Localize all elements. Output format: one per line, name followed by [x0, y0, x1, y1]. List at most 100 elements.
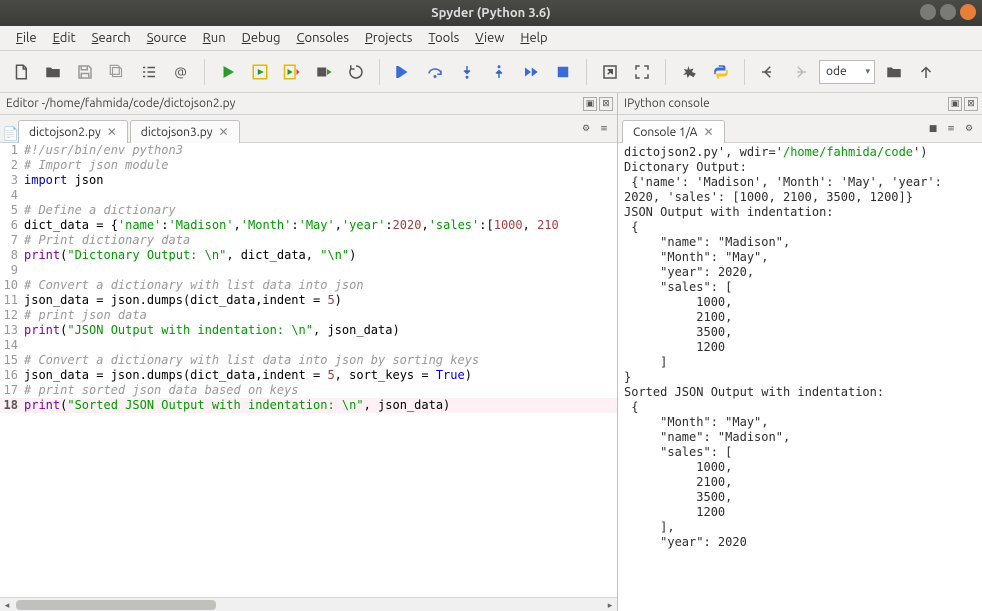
menu-debug[interactable]: Debug — [236, 29, 287, 47]
browse-dir-button[interactable] — [881, 59, 907, 85]
back-button[interactable] — [755, 59, 781, 85]
preferences-button[interactable] — [676, 59, 702, 85]
console-line: 3500, — [624, 325, 976, 340]
code-line[interactable]: 11json_data = json.dumps(dict_data,inden… — [0, 293, 617, 308]
window-title: Spyder (Python 3.6) — [431, 6, 550, 20]
pane-options-icon[interactable]: ▣ — [948, 97, 962, 111]
tab-menu-icon[interactable]: ≡ — [597, 121, 611, 135]
code-line[interactable]: 12# print json data — [0, 308, 617, 323]
save-all-button[interactable] — [104, 59, 130, 85]
close-tab-icon[interactable]: ✕ — [219, 125, 229, 139]
fullscreen-button[interactable] — [629, 59, 655, 85]
code-line[interactable]: 17# print sorted json data based on keys — [0, 383, 617, 398]
stop-debug-button[interactable] — [550, 59, 576, 85]
menu-projects[interactable]: Projects — [359, 29, 418, 47]
debug-button[interactable] — [390, 59, 416, 85]
code-editor[interactable]: 1#!/usr/bin/env python32# Import json mo… — [0, 143, 617, 597]
run-button[interactable] — [215, 59, 241, 85]
open-file-button[interactable] — [40, 59, 66, 85]
code-line[interactable]: 10# Convert a dictionary with list data … — [0, 278, 617, 293]
outline-button[interactable] — [136, 59, 162, 85]
code-line[interactable]: 4 — [0, 188, 617, 203]
console-gear-icon[interactable]: ⚙ — [962, 121, 976, 135]
console-line: {'name': 'Madison', 'Month': 'May', 'yea… — [624, 175, 976, 190]
code-line[interactable]: 5# Define a dictionary — [0, 203, 617, 218]
at-icon[interactable]: @ — [168, 59, 194, 85]
editor-header: Editor - /home/fahmida/code/dictojson2.p… — [0, 93, 617, 115]
console-line: "Month": "May", — [624, 415, 976, 430]
menu-consoles[interactable]: Consoles — [291, 29, 355, 47]
working-dir-combo[interactable]: ode — [819, 60, 875, 84]
step-out-button[interactable] — [486, 59, 512, 85]
minimize-button[interactable] — [920, 4, 936, 20]
menu-source[interactable]: Source — [141, 29, 193, 47]
code-line[interactable]: 14 — [0, 338, 617, 353]
step-into-button[interactable] — [454, 59, 480, 85]
run-cell-button[interactable] — [247, 59, 273, 85]
parent-dir-button[interactable] — [913, 59, 939, 85]
new-file-button[interactable] — [8, 59, 34, 85]
line-number: 13 — [0, 323, 24, 338]
code-line[interactable]: 18print("Sorted JSON Output with indenta… — [0, 398, 617, 413]
pane-close-icon[interactable]: ⊠ — [964, 97, 978, 111]
code-line[interactable]: 7# Print dictionary data — [0, 233, 617, 248]
scroll-thumb[interactable] — [16, 600, 216, 610]
close-tab-icon[interactable]: ✕ — [107, 125, 117, 139]
editor-tab[interactable]: dictojson2.py✕ — [18, 120, 128, 143]
code-line[interactable]: 16json_data = json.dumps(dict_data,inden… — [0, 368, 617, 383]
maximize-pane-button[interactable] — [597, 59, 623, 85]
editor-scrollbar-h[interactable]: ◂ ▸ — [0, 597, 617, 611]
line-number: 10 — [0, 278, 24, 293]
stop-kernel-icon[interactable]: ■ — [926, 121, 940, 135]
separator — [204, 59, 205, 85]
code-line[interactable]: 8print("Dictonary Output: \n", dict_data… — [0, 248, 617, 263]
step-over-button[interactable] — [422, 59, 448, 85]
pane-options-icon[interactable]: ▣ — [583, 97, 597, 111]
menu-search[interactable]: Search — [86, 29, 137, 47]
run-cell-advance-button[interactable] — [279, 59, 305, 85]
console-tab[interactable]: Console 1/A ✕ — [622, 120, 725, 143]
run-selection-button[interactable] — [311, 59, 337, 85]
console-line: Sorted JSON Output with indentation: — [624, 385, 976, 400]
menu-view[interactable]: View — [469, 29, 510, 47]
python-path-button[interactable] — [708, 59, 734, 85]
menu-run[interactable]: Run — [197, 29, 232, 47]
separator — [665, 59, 666, 85]
ipython-console[interactable]: dictojson2.py', wdir='/home/fahmida/code… — [618, 143, 982, 611]
code-line[interactable]: 2# Import json module — [0, 158, 617, 173]
menu-help[interactable]: Help — [514, 29, 553, 47]
code-line[interactable]: 6dict_data = {'name':'Madison','Month':'… — [0, 218, 617, 233]
code-line[interactable]: 15# Convert a dictionary with list data … — [0, 353, 617, 368]
pane-close-icon[interactable]: ⊠ — [599, 97, 613, 111]
code-line[interactable]: 1#!/usr/bin/env python3 — [0, 143, 617, 158]
code-line[interactable]: 13print("JSON Output with indentation: \… — [0, 323, 617, 338]
editor-pane: Editor - /home/fahmida/code/dictojson2.p… — [0, 93, 618, 611]
line-number: 17 — [0, 383, 24, 398]
scroll-right-icon[interactable]: ▸ — [603, 598, 617, 611]
rerun-button[interactable] — [343, 59, 369, 85]
close-window-button[interactable] — [960, 4, 976, 20]
menu-file[interactable]: File — [10, 29, 43, 47]
editor-tab[interactable]: dictojson3.py✕ — [130, 120, 240, 143]
close-tab-icon[interactable]: ✕ — [703, 125, 713, 139]
console-line: "year": 2020, — [624, 265, 976, 280]
console-options-icon[interactable]: ≡ — [944, 121, 958, 135]
continue-button[interactable] — [518, 59, 544, 85]
line-number: 4 — [0, 188, 24, 203]
code-line[interactable]: 9 — [0, 263, 617, 278]
editor-title-prefix: Editor - — [6, 97, 45, 110]
file-browser-icon[interactable]: 📄 — [4, 127, 18, 142]
forward-button[interactable] — [787, 59, 813, 85]
maximize-button[interactable] — [940, 4, 956, 20]
menu-edit[interactable]: Edit — [47, 29, 82, 47]
menu-tools[interactable]: Tools — [422, 29, 465, 47]
code-line[interactable]: 3import json — [0, 173, 617, 188]
tab-options-icon[interactable]: ⚙ — [579, 121, 593, 135]
console-line: 1200 — [624, 505, 976, 520]
console-line: 3500, — [624, 490, 976, 505]
save-button[interactable] — [72, 59, 98, 85]
console-line: 1000, — [624, 295, 976, 310]
editor-filepath: /home/fahmida/code/dictojson2.py — [45, 97, 235, 110]
scroll-left-icon[interactable]: ◂ — [0, 598, 14, 611]
console-line: 1200 — [624, 340, 976, 355]
